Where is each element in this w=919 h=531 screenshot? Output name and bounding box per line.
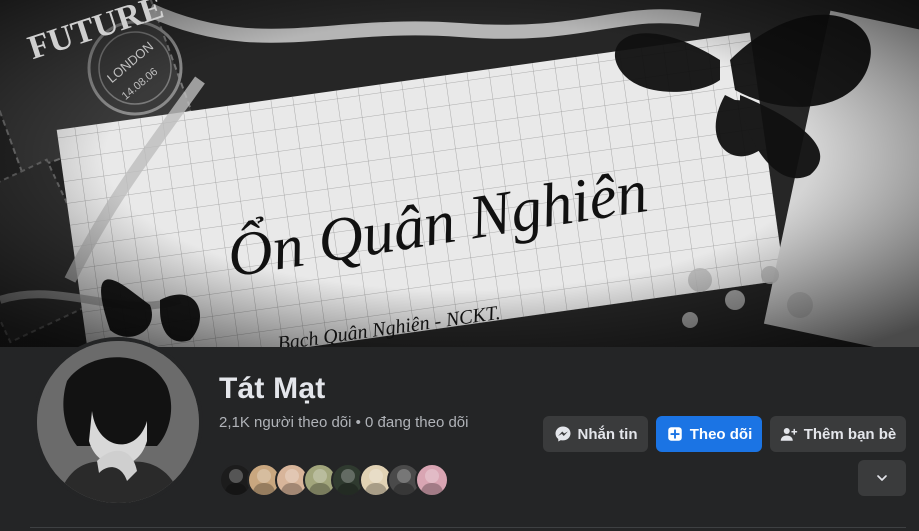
- follow-button-label: Theo dõi: [689, 425, 753, 443]
- follow-button[interactable]: Theo dõi: [656, 416, 762, 452]
- message-button-label: Nhắn tin: [577, 425, 638, 443]
- header-divider: [30, 527, 906, 528]
- more-options-button[interactable]: [858, 460, 906, 496]
- add-friend-button[interactable]: Thêm bạn bè: [770, 416, 906, 452]
- avatar-image: [37, 341, 199, 503]
- message-button[interactable]: Nhắn tin: [543, 416, 648, 452]
- profile-name: Tát Mạt: [219, 372, 326, 405]
- follow-plus-icon: [666, 425, 684, 443]
- chevron-down-icon: [874, 470, 890, 486]
- add-friend-button-label: Thêm bạn bè: [803, 425, 897, 443]
- cover-image: FUTURE LONDON 14.08.06 Ổn Quân Nghiên . …: [0, 0, 919, 347]
- messenger-icon: [554, 425, 572, 443]
- friend-avatar-8[interactable]: [415, 463, 449, 497]
- cover-photo[interactable]: FUTURE LONDON 14.08.06 Ổn Quân Nghiên . …: [0, 0, 919, 347]
- follower-stats[interactable]: 2,1K người theo dõi • 0 đang theo dõi: [219, 413, 479, 433]
- profile-avatar[interactable]: [33, 337, 203, 507]
- add-person-icon: [780, 425, 798, 443]
- friend-avatars: [219, 463, 449, 497]
